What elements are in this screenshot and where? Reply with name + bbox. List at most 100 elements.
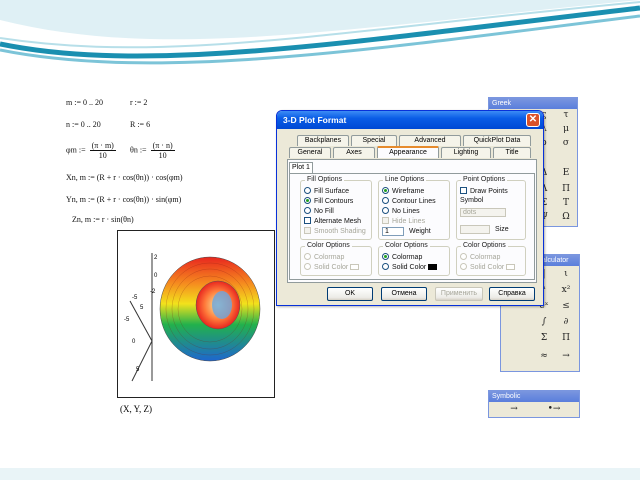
draw-points-label: Draw Points: [470, 188, 508, 195]
theta-lhs: θn :=: [130, 145, 147, 155]
symbolic-palette-title: Symbolic: [489, 391, 579, 402]
fill-options-title: Fill Options: [305, 176, 345, 183]
fill-colormap-radio[interactable]: Colormap: [304, 253, 344, 261]
no-lines-label: No Lines: [392, 208, 420, 215]
line-color-options-title: Color Options: [383, 242, 430, 249]
tick-label: 5: [136, 367, 140, 373]
close-icon[interactable]: ✕: [526, 113, 540, 127]
calculator-button[interactable]: x²: [559, 285, 573, 295]
no-fill-label: No Fill: [314, 208, 334, 215]
tab-general[interactable]: General: [289, 147, 331, 158]
tab-axes[interactable]: Axes: [333, 147, 375, 158]
phi-definition: φm := (π · m) 10: [66, 141, 118, 160]
torus-surface-graphic: 2 0 -2 -5 5 -5 0 5: [124, 253, 261, 382]
point-solid-color-radio[interactable]: Solid Color: [460, 263, 516, 271]
no-lines-radio[interactable]: No Lines: [382, 207, 420, 215]
weight-label: Weight: [409, 228, 431, 235]
tick-label: -2: [150, 289, 156, 295]
no-fill-radio[interactable]: No Fill: [304, 207, 334, 215]
greek-symbol-button[interactable]: σ: [559, 138, 573, 148]
contour-lines-radio[interactable]: Contour Lines: [382, 197, 436, 205]
help-button[interactable]: Справка: [489, 287, 535, 301]
tick-label: 2: [154, 255, 158, 261]
point-color-swatch[interactable]: [506, 264, 516, 270]
def-R: R := 6: [130, 120, 151, 129]
calculator-button[interactable]: ≤: [559, 301, 573, 311]
dialog-title: 3-D Plot Format: [277, 111, 543, 129]
tick-label: -5: [124, 317, 130, 323]
line-color-options-group: Color Options Colormap Solid Color: [378, 242, 450, 276]
greek-symbol-button[interactable]: Ε: [559, 168, 573, 178]
symbolic-keyword-button[interactable]: •→: [547, 404, 561, 414]
tick-label: 0: [132, 339, 136, 345]
phi-denominator: 10: [98, 151, 107, 160]
greek-symbol-button[interactable]: τ: [559, 110, 573, 120]
apply-button[interactable]: Применить: [435, 287, 483, 301]
smooth-shading-checkbox[interactable]: Smooth Shading: [304, 227, 366, 235]
surface-plot-3d[interactable]: 2 0 -2 -5 5 -5 0 5: [117, 230, 275, 398]
tab-title[interactable]: Title: [493, 147, 531, 158]
calculator-button[interactable]: Σ: [537, 333, 551, 343]
line-solid-color-radio[interactable]: Solid Color: [382, 263, 438, 271]
calculator-button[interactable]: ∫: [537, 317, 551, 327]
cancel-button[interactable]: Отмена: [381, 287, 427, 301]
calculator-button[interactable]: Π: [559, 333, 573, 343]
greek-symbol-button[interactable]: μ: [559, 124, 573, 134]
theta-numerator: (π · n): [150, 141, 175, 151]
point-colormap-radio[interactable]: Colormap: [460, 253, 500, 261]
symbolic-palette: Symbolic → •→: [488, 390, 580, 418]
tick-label: 0: [154, 273, 158, 279]
ok-button[interactable]: OK: [327, 287, 373, 301]
wireframe-radio[interactable]: Wireframe: [382, 187, 424, 195]
alternate-mesh-checkbox[interactable]: Alternate Mesh: [304, 217, 361, 225]
plot-format-dialog: 3-D Plot Format ✕ Backplanes Special Adv…: [276, 110, 544, 306]
alternate-mesh-label: Alternate Mesh: [314, 218, 362, 225]
greek-symbol-button[interactable]: Τ: [559, 198, 573, 208]
line-color-swatch[interactable]: [428, 264, 438, 270]
symbolic-evaluate-button[interactable]: →: [507, 404, 521, 414]
phi-numerator: (π · m): [89, 141, 116, 151]
calculator-button[interactable]: ≈: [537, 351, 551, 361]
line-colormap-radio[interactable]: Colormap: [382, 253, 422, 261]
fill-solid-color-label: Solid Color: [314, 264, 349, 271]
size-spinner[interactable]: [460, 225, 490, 234]
fill-options-group: Fill Options Fill Surface Fill Contours …: [300, 176, 372, 240]
tab-backplanes[interactable]: Backplanes: [297, 135, 349, 146]
tab-special[interactable]: Special: [351, 135, 397, 146]
greek-symbol-button[interactable]: Ω: [559, 212, 573, 222]
size-label: Size: [495, 226, 509, 233]
fill-colormap-label: Colormap: [314, 254, 345, 261]
slide-header-decoration: [0, 0, 640, 65]
fill-color-options-title: Color Options: [305, 242, 352, 249]
calculator-button[interactable]: ∂: [559, 317, 573, 327]
symbol-select[interactable]: dots: [460, 208, 506, 217]
def-r: r := 2: [130, 98, 148, 107]
equation-y: Yn, m := (R + r · cos(θn)) · sin(φm): [66, 195, 182, 204]
theta-denominator: 10: [158, 151, 167, 160]
axis-y: [131, 340, 153, 382]
tab-plot-1[interactable]: Plot 1: [289, 162, 313, 173]
weight-spinner[interactable]: 1: [382, 227, 404, 236]
fill-surface-radio[interactable]: Fill Surface: [304, 187, 349, 195]
fill-surface-label: Fill Surface: [314, 188, 350, 195]
calculator-button[interactable]: →: [559, 351, 573, 361]
tab-quickplot-data[interactable]: QuickPlot Data: [463, 135, 531, 146]
tab-advanced[interactable]: Advanced: [399, 135, 461, 146]
fill-solid-color-radio[interactable]: Solid Color: [304, 263, 360, 271]
line-solid-color-label: Solid Color: [392, 264, 427, 271]
draw-points-checkbox[interactable]: Draw Points: [460, 187, 508, 195]
fill-color-swatch[interactable]: [350, 264, 360, 270]
tab-appearance[interactable]: Appearance: [377, 146, 439, 158]
point-color-options-title: Color Options: [461, 242, 508, 249]
symbol-label: Symbol: [460, 197, 484, 204]
greek-symbol-button[interactable]: Π: [559, 184, 573, 194]
plot-1-panel: Fill Options Fill Surface Fill Contours …: [289, 173, 535, 280]
tab-lighting[interactable]: Lighting: [441, 147, 491, 158]
hide-lines-checkbox[interactable]: Hide Lines: [382, 217, 425, 225]
calculator-button[interactable]: ι: [559, 269, 573, 279]
fill-contours-radio[interactable]: Fill Contours: [304, 197, 353, 205]
def-n: n := 0 .. 20: [66, 120, 101, 129]
point-color-options-group: Color Options Colormap Solid Color: [456, 242, 526, 276]
equation-x: Xn, m := (R + r · cos(θn)) · cos(φm): [66, 173, 183, 182]
def-m: m := 0 .. 20: [66, 98, 103, 107]
